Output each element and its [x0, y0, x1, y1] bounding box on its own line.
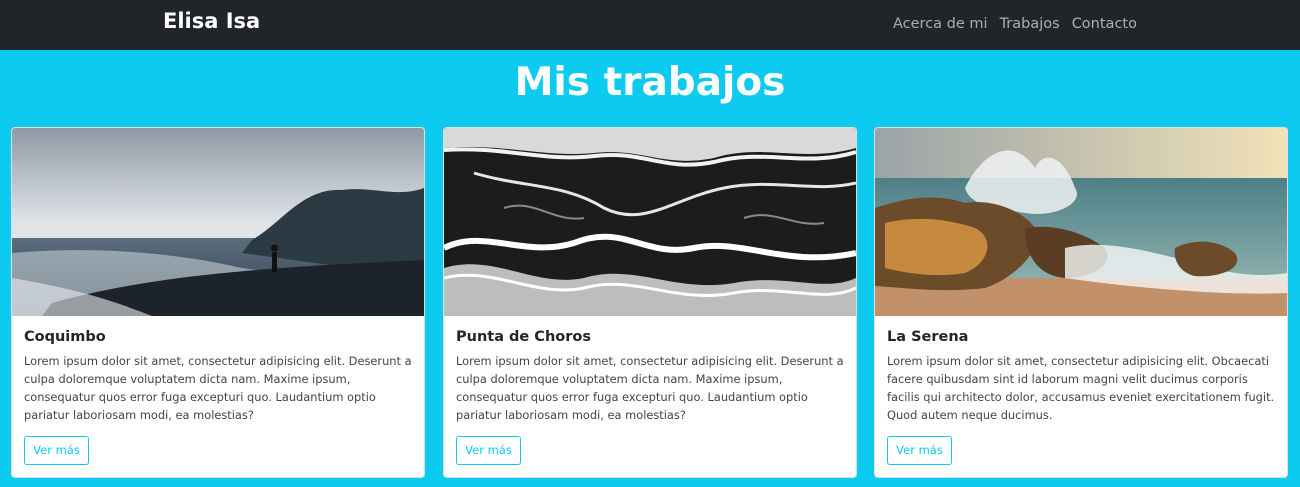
work-card-coquimbo: Coquimbo Lorem ipsum dolor sit amet, con…	[11, 127, 425, 478]
navbar: Elisa Isa Acerca de mi Trabajos Contacto	[0, 0, 1300, 50]
ver-mas-button[interactable]: Ver más	[24, 436, 89, 465]
nav-link-trabajos[interactable]: Trabajos	[1000, 14, 1060, 34]
card-image-coquimbo	[12, 128, 424, 316]
brand-link[interactable]: Elisa Isa	[163, 8, 260, 34]
nav-links: Acerca de mi Trabajos Contacto	[893, 14, 1137, 34]
nav-link-contacto[interactable]: Contacto	[1072, 14, 1137, 34]
work-card-la-serena: La Serena Lorem ipsum dolor sit amet, co…	[874, 127, 1288, 478]
card-title: La Serena	[887, 329, 969, 345]
card-title: Coquimbo	[24, 329, 106, 345]
card-image-punta-de-choros	[444, 128, 856, 316]
work-card-punta-de-choros: Punta de Choros Lorem ipsum dolor sit am…	[443, 127, 857, 478]
nav-link-acerca[interactable]: Acerca de mi	[893, 14, 988, 34]
section-title: Mis trabajos	[514, 60, 786, 105]
card-text: Lorem ipsum dolor sit amet, consectetur …	[887, 354, 1275, 422]
card-title: Punta de Choros	[456, 329, 591, 345]
card-text: Lorem ipsum dolor sit amet, consectetur …	[456, 354, 844, 422]
ver-mas-button[interactable]: Ver más	[887, 436, 952, 465]
card-image-la-serena	[875, 128, 1287, 316]
ver-mas-button[interactable]: Ver más	[456, 436, 521, 465]
card-text: Lorem ipsum dolor sit amet, consectetur …	[24, 354, 412, 422]
